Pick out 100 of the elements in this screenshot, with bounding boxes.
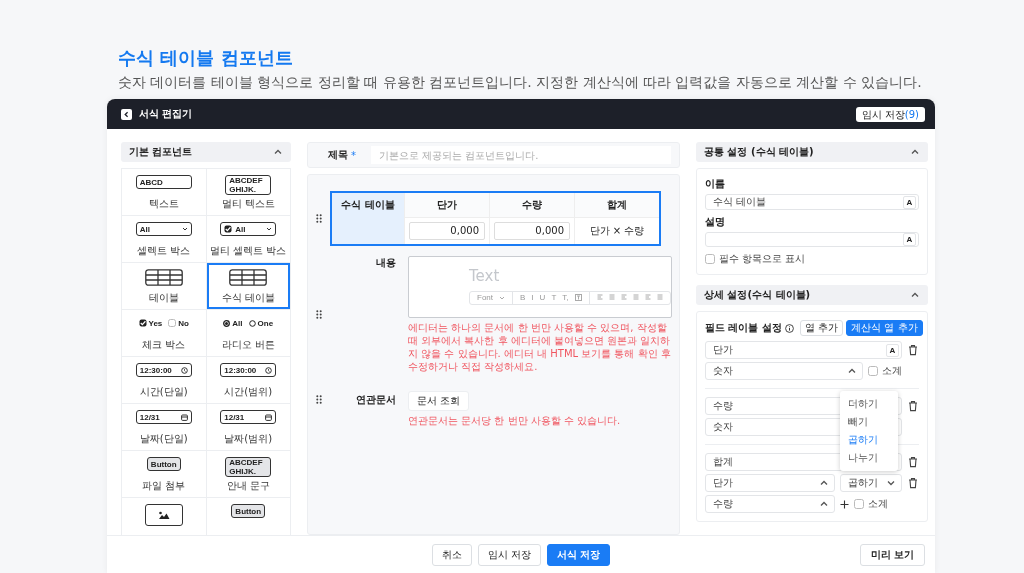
- component-label: 수식 테이블: [221, 292, 275, 304]
- component-label: 시간(단일): [139, 386, 188, 398]
- dropdown[interactable]: 숫자: [705, 362, 863, 380]
- align-icon: [596, 294, 603, 301]
- dropdown-value: 단가: [713, 476, 733, 490]
- component-item[interactable]: Button 파일 첨부: [122, 451, 207, 498]
- add-formula-column-button[interactable]: 계산식 열 추가: [846, 320, 923, 336]
- formula-table[interactable]: 수식 테이블 단가 수량 합계 0,000 0,000 단가 × 수량: [330, 191, 661, 246]
- component-label: 체크 박스: [142, 339, 186, 351]
- component-item[interactable]: 12:30:00 시간(단일): [122, 357, 207, 404]
- component-item[interactable]: Yes No 체크 박스: [122, 310, 207, 357]
- preview-text: 12/31: [139, 412, 160, 422]
- section-header[interactable]: 공통 설정 (수식 테이블): [696, 142, 928, 162]
- image-icon: [157, 511, 170, 519]
- component-item[interactable]: ABCDEF GHIJK. 안내 문구: [206, 451, 291, 498]
- text-field-preview: ABCD: [135, 175, 192, 189]
- number-input[interactable]: 0,000: [409, 222, 485, 240]
- option-label: One: [257, 318, 274, 328]
- editor-placeholder: Text: [469, 267, 501, 285]
- component-item[interactable]: 12:30:00 시간(범위): [206, 357, 291, 404]
- dropdown-value: 숫자: [713, 420, 733, 434]
- field-label: 필드 레이블 설정: [705, 321, 782, 335]
- back-button[interactable]: [121, 108, 132, 120]
- dropdown[interactable]: 단가: [705, 474, 835, 492]
- info-icon: [784, 323, 794, 333]
- component-item[interactable]: ABCDEF GHIJK. 멀티 텍스트: [206, 169, 291, 216]
- component-label: 날짜(범위): [224, 433, 273, 445]
- formula-text: 단가 × 수량: [589, 224, 645, 238]
- clock-icon: [265, 366, 273, 374]
- chevron-up-icon: [819, 478, 829, 488]
- calendar-icon: [265, 413, 273, 421]
- temp-save-button[interactable]: 임시 저장(9): [855, 106, 925, 122]
- component-label: 멀티 텍스트: [221, 198, 275, 210]
- dropdown-value: 곱하기: [848, 476, 878, 490]
- preview-text: All: [139, 224, 150, 234]
- menu-item[interactable]: 더하기: [840, 395, 898, 413]
- dropdown[interactable]: 수량: [705, 495, 835, 513]
- dropdown[interactable]: 곱하기: [840, 474, 902, 492]
- footer-button[interactable]: 임시 저장: [477, 543, 541, 566]
- component-label: 텍스트: [148, 198, 179, 210]
- option-label: Yes: [148, 318, 163, 328]
- preview-text: All: [235, 224, 246, 234]
- document-search-button[interactable]: 문서 조회: [408, 391, 470, 411]
- component-label: 시간(범위): [224, 386, 273, 398]
- notice-preview: ABCDEF GHIJK.: [225, 457, 272, 477]
- field-value: 수식 테이블: [713, 195, 767, 209]
- field-label: 제목: [328, 148, 348, 162]
- component-item[interactable]: 12/31 날짜(범위): [206, 404, 291, 451]
- field-label: 설명: [705, 215, 726, 229]
- align-icon: [632, 294, 639, 301]
- component-item[interactable]: 테이블: [122, 263, 207, 310]
- clock-icon: [180, 366, 188, 374]
- drag-handle-icon: [316, 310, 322, 319]
- section-header[interactable]: 상세 설정(수식 테이블): [696, 285, 928, 305]
- text-box-icon: [574, 294, 582, 301]
- component-item[interactable]: ABCD 텍스트: [122, 169, 207, 216]
- component-item[interactable]: 수식 테이블: [206, 263, 291, 310]
- align-icon: [656, 294, 663, 301]
- column-header: 수량: [489, 193, 574, 217]
- text-field[interactable]: A: [705, 232, 919, 247]
- palette-title: 기본 컴포넌트: [129, 145, 193, 159]
- section-title: 공통 설정 (수식 테이블): [704, 145, 814, 159]
- component-label: 안내 문구: [226, 480, 270, 492]
- trash-icon: [907, 344, 919, 356]
- save-button[interactable]: 서식 저장: [546, 543, 611, 566]
- component-item[interactable]: All 셀렉트 박스: [122, 216, 207, 263]
- component-item[interactable]: All One 라디오 버튼: [206, 310, 291, 357]
- text-style-button[interactable]: A: [903, 195, 916, 209]
- component-label: 파일 첨부: [142, 480, 186, 492]
- page-title: 수식 테이블 컴포넌트: [118, 46, 294, 69]
- title-input[interactable]: 기본으로 제공되는 컴포넌트입니다.: [371, 146, 671, 164]
- checkbox-label: 필수 항목으로 표시: [719, 252, 806, 266]
- component-item[interactable]: 12/31 날짜(단일): [122, 404, 207, 451]
- field-label: 연관문서: [355, 393, 397, 407]
- align-icon: [608, 294, 615, 301]
- option-label: No: [178, 318, 189, 328]
- add-column-button[interactable]: 열 추가: [799, 320, 844, 336]
- editor-notice: 에디터는 하나의 문서에 한 번만 사용할 수 있으며, 작성할 때 외부에서 복사한 후 에디터에 붙여넣으면 원본과 일치하지 않을 수 있습니다. 에디터 내 HTML 보기를 통해 확인 후 수정하거나 직접 작성하세요.: [408, 321, 672, 373]
- chevron-left-icon: [123, 110, 130, 118]
- plus-icon: [840, 499, 849, 509]
- table-icon: [229, 269, 268, 286]
- field-value: 합계: [713, 455, 733, 469]
- text-style-button[interactable]: A: [903, 233, 916, 246]
- component-item[interactable]: All 멀티 셀렉트 박스: [206, 216, 291, 263]
- chevron-up-icon: [847, 366, 857, 376]
- text-field[interactable]: 수식 테이블 A: [705, 194, 919, 210]
- table-label: 수식 테이블: [332, 193, 404, 244]
- chevron-down-icon: [181, 226, 188, 232]
- related-notice: 연관문서는 문서당 한 번만 사용할 수 있습니다.: [408, 414, 622, 427]
- text-style-button[interactable]: A: [886, 343, 899, 357]
- preview-button[interactable]: 미리 보기: [859, 544, 925, 566]
- number-input[interactable]: 0,000: [494, 222, 570, 240]
- button-preview: Button: [231, 504, 266, 518]
- footer-button[interactable]: 취소: [431, 543, 472, 566]
- checkbox-label: 소계: [868, 497, 888, 511]
- column-header: 단가: [404, 193, 489, 217]
- field-label: 내용: [375, 256, 397, 270]
- text-field[interactable]: 단가 A: [705, 341, 902, 359]
- palette-header[interactable]: 기본 컴포넌트: [121, 142, 291, 162]
- option-label: All: [232, 318, 243, 328]
